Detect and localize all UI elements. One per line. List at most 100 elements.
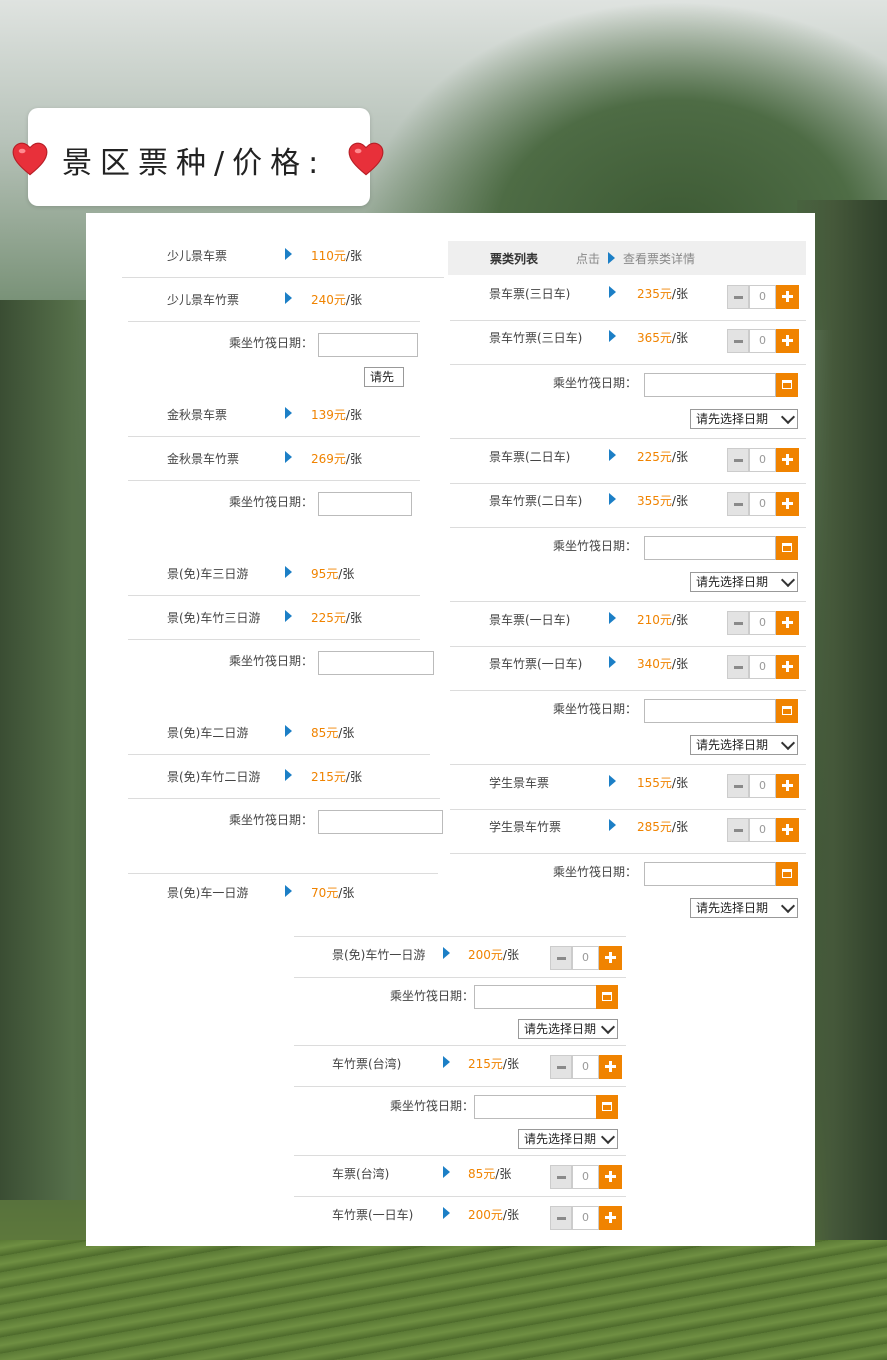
calendar-icon[interactable] (596, 1095, 618, 1119)
raft-date-input[interactable] (318, 810, 443, 834)
minus-button[interactable] (550, 1206, 572, 1230)
calendar-icon[interactable] (776, 862, 798, 886)
raft-date-input[interactable] (318, 492, 412, 516)
raft-date-input[interactable] (644, 862, 776, 886)
ticket-name: 学生景车竹票 (489, 820, 562, 834)
calendar-icon[interactable] (776, 373, 798, 397)
raft-date-input[interactable] (644, 699, 776, 723)
list-item: 车票(台湾) 85元/张 0 (294, 1156, 626, 1197)
raft-date-label: 乘坐竹筏日期： (229, 336, 314, 350)
heart-icon (348, 142, 384, 176)
triangle-right-icon (285, 407, 292, 419)
minus-button[interactable] (727, 611, 749, 635)
ticket-price: 70元/张 (311, 886, 355, 900)
triangle-right-icon (285, 451, 292, 463)
quantity-input[interactable]: 0 (572, 1055, 599, 1079)
raft-date-row: 乘坐竹筏日期： 请先选择日期 (294, 977, 626, 1046)
ticket-list-label: 票类列表 (490, 252, 539, 266)
triangle-right-icon (285, 769, 292, 781)
plus-button[interactable] (776, 448, 799, 472)
raft-time-select[interactable]: 请先选择日期 (690, 735, 798, 755)
ticket-name: 景车票(三日车) (489, 287, 571, 301)
quantity-input[interactable]: 0 (749, 818, 776, 842)
ticket-name: 景车票(二日车) (489, 450, 571, 464)
plus-button[interactable] (776, 492, 799, 516)
raft-date-input[interactable] (318, 651, 434, 675)
quantity-input[interactable]: 0 (749, 329, 776, 353)
plus-button[interactable] (776, 655, 799, 679)
raft-date-label: 乘坐竹筏日期： (229, 813, 314, 827)
ticket-price: 225元/张 (637, 450, 688, 464)
plus-button[interactable] (776, 329, 799, 353)
ticket-name: 景(免)车竹一日游 (332, 948, 426, 962)
triangle-right-icon (609, 330, 616, 342)
list-item: 景(免)车竹一日游 200元/张 0 (294, 936, 626, 978)
calendar-icon[interactable] (776, 699, 798, 723)
plus-button[interactable] (776, 818, 799, 842)
quantity-input[interactable]: 0 (749, 611, 776, 635)
calendar-icon[interactable] (596, 985, 618, 1009)
list-item: 景车竹票(三日车) 365元/张 0 (450, 320, 806, 365)
ticket-name: 景车竹票(二日车) (489, 494, 583, 508)
quantity-stepper: 0 (550, 1165, 622, 1189)
raft-date-label: 乘坐竹筏日期： (390, 989, 475, 1003)
minus-button[interactable] (550, 1165, 572, 1189)
plus-button[interactable] (599, 1055, 622, 1079)
quantity-input[interactable]: 0 (572, 1206, 599, 1230)
raft-time-select[interactable]: 请先 (364, 367, 404, 387)
plus-button[interactable] (599, 1165, 622, 1189)
quantity-input[interactable]: 0 (572, 1165, 599, 1189)
minus-button[interactable] (727, 774, 749, 798)
minus-button[interactable] (727, 655, 749, 679)
raft-date-input[interactable] (644, 373, 776, 397)
triangle-right-icon (285, 566, 292, 578)
raft-date-input[interactable] (644, 536, 776, 560)
quantity-input[interactable]: 0 (749, 448, 776, 472)
raft-time-select[interactable]: 请先选择日期 (690, 898, 798, 918)
list-item: 少儿景车票 110元/张 (122, 237, 444, 278)
quantity-input[interactable]: 0 (572, 946, 599, 970)
minus-button[interactable] (727, 818, 749, 842)
minus-button[interactable] (550, 1055, 572, 1079)
minus-button[interactable] (727, 448, 749, 472)
quantity-stepper: 0 (550, 946, 622, 970)
minus-button[interactable] (727, 329, 749, 353)
list-item: 车竹票(一日车) 200元/张 0 (294, 1197, 626, 1237)
raft-date-row: 乘坐竹筏日期： (160, 802, 443, 842)
raft-time-select[interactable]: 请先选择日期 (690, 572, 798, 592)
triangle-right-icon (609, 775, 616, 787)
background-tea-field (0, 1240, 887, 1360)
ticket-list-header: 票类列表 点击 查看票类详情 (448, 241, 806, 275)
list-item: 景(免)车竹二日游 215元/张 (128, 758, 440, 799)
triangle-right-icon (443, 1207, 450, 1219)
quantity-input[interactable]: 0 (749, 285, 776, 309)
plus-button[interactable] (599, 946, 622, 970)
quantity-input[interactable]: 0 (749, 774, 776, 798)
raft-date-row: 乘坐竹筏日期： 请先选择日期 (294, 1087, 626, 1156)
plus-button[interactable] (776, 285, 799, 309)
raft-date-input[interactable] (318, 333, 418, 357)
view-details-link[interactable]: 查看票类详情 (623, 250, 695, 267)
raft-time-select[interactable]: 请先选择日期 (690, 409, 798, 429)
minus-button[interactable] (727, 492, 749, 516)
raft-time-select[interactable]: 请先选择日期 (518, 1019, 618, 1039)
ticket-name: 学生景车票 (489, 776, 550, 790)
minus-button[interactable] (550, 946, 572, 970)
calendar-icon[interactable] (776, 536, 798, 560)
minus-button[interactable] (727, 285, 749, 309)
quantity-input[interactable]: 0 (749, 492, 776, 516)
raft-time-select[interactable]: 请先选择日期 (518, 1129, 618, 1149)
ticket-name: 景(免)车竹二日游 (167, 770, 261, 784)
plus-button[interactable] (599, 1206, 622, 1230)
raft-date-input[interactable] (474, 1095, 598, 1119)
plus-button[interactable] (776, 611, 799, 635)
ticket-price: 95元/张 (311, 567, 355, 581)
chevron-down-icon (780, 573, 796, 588)
quantity-input[interactable]: 0 (749, 655, 776, 679)
ticket-price: 355元/张 (637, 494, 688, 508)
raft-date-row: 乘坐竹筏日期： (160, 484, 420, 524)
plus-button[interactable] (776, 774, 799, 798)
raft-date-input[interactable] (474, 985, 598, 1009)
chevron-down-icon (600, 1130, 616, 1145)
ticket-name: 景车竹票(三日车) (489, 331, 583, 345)
